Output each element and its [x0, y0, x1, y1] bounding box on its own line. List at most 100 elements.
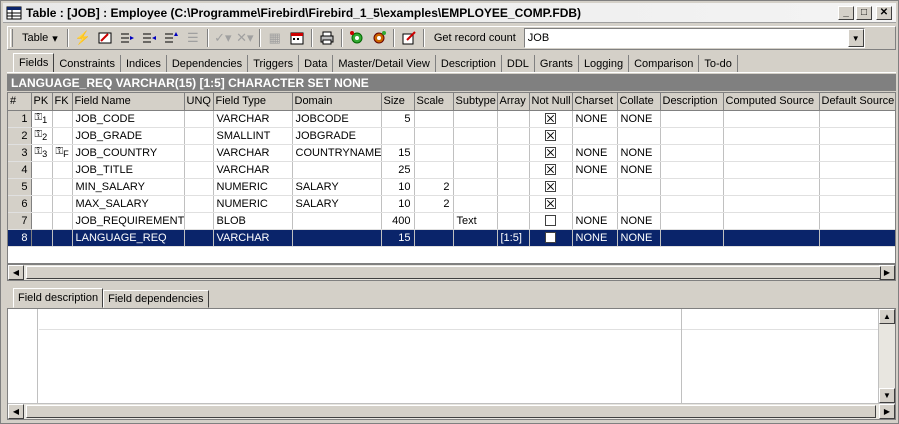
scale-cell[interactable] — [414, 110, 454, 128]
table-selector-combo[interactable]: JOB ▼ — [523, 28, 865, 48]
size-cell[interactable]: 400 — [381, 212, 415, 230]
unq-cell[interactable] — [184, 110, 214, 128]
editor-vertical-scrollbar[interactable]: ▲ ▼ — [878, 309, 895, 403]
type-cell[interactable]: NUMERIC — [213, 178, 293, 196]
fk-cell[interactable] — [52, 110, 73, 128]
tab-fields[interactable]: Fields — [13, 53, 55, 73]
domain-cell[interactable]: JOBGRADE — [292, 127, 382, 145]
not-null-checkbox[interactable] — [545, 181, 556, 193]
not-null-cell[interactable] — [529, 110, 573, 128]
not-null-cell[interactable] — [529, 144, 573, 162]
array-cell[interactable]: [1:5] — [497, 229, 530, 247]
computed-cell[interactable] — [723, 195, 820, 213]
subtype-cell[interactable]: Text — [453, 212, 498, 230]
scrollbar-thumb[interactable] — [26, 405, 876, 418]
scale-cell[interactable] — [414, 144, 454, 162]
tab-dependencies[interactable]: Dependencies — [167, 55, 249, 73]
size-cell[interactable]: 5 — [381, 110, 415, 128]
domain-cell[interactable]: JOBCODE — [292, 110, 382, 128]
unq-cell[interactable] — [184, 195, 214, 213]
unq-cell[interactable] — [184, 161, 214, 179]
chevron-down-icon[interactable]: ▼ — [847, 29, 864, 47]
desc-cell[interactable] — [660, 161, 724, 179]
fk-cell[interactable] — [52, 195, 73, 213]
row-number[interactable]: 1 — [8, 110, 32, 128]
scrollbar-thumb[interactable] — [26, 266, 881, 279]
charset-cell[interactable] — [572, 178, 618, 196]
subtype-cell[interactable] — [453, 110, 498, 128]
default-cell[interactable] — [819, 110, 895, 128]
array-cell[interactable] — [497, 127, 530, 145]
subtype-cell[interactable] — [453, 127, 498, 145]
tab-to-do[interactable]: To-do — [699, 55, 738, 73]
type-cell[interactable]: VARCHAR — [213, 144, 293, 162]
table-row[interactable]: 2 ⚿2 JOB_GRADE SMALLINT JOBGRADE — [8, 127, 895, 145]
default-cell[interactable] — [819, 144, 895, 162]
pk-cell[interactable]: ⚿3 — [31, 144, 53, 162]
column-header[interactable]: # — [8, 93, 32, 111]
scale-cell[interactable]: 2 — [414, 178, 454, 196]
desc-cell[interactable] — [660, 178, 724, 196]
unq-cell[interactable] — [184, 144, 214, 162]
table-row[interactable]: 3 ⚿3 ⚿F JOB_COUNTRY VARCHAR COUNTRYNAME 15 NONE… — [8, 144, 895, 162]
cross-icon[interactable]: ✕▾ — [234, 28, 256, 48]
edit-field-icon[interactable] — [94, 28, 116, 48]
default-cell[interactable] — [819, 195, 895, 213]
array-cell[interactable] — [497, 161, 530, 179]
fields-grid[interactable]: # PK FK Field Name UNQ Field Type Domain Size Sc… — [7, 92, 896, 264]
not-null-cell[interactable] — [529, 212, 573, 230]
computed-cell[interactable] — [723, 110, 820, 128]
column-header[interactable]: UNQ — [184, 93, 214, 111]
scroll-down-icon[interactable]: ▼ — [879, 388, 895, 403]
not-null-cell[interactable] — [529, 229, 573, 247]
row-number[interactable]: 5 — [8, 178, 32, 196]
array-cell[interactable] — [497, 195, 530, 213]
collate-cell[interactable]: NONE — [617, 110, 661, 128]
fk-cell[interactable] — [52, 229, 73, 247]
checkmark-icon[interactable]: ✓▾ — [212, 28, 234, 48]
scroll-right-icon[interactable]: ▶ — [879, 404, 895, 419]
domain-cell[interactable]: SALARY — [292, 178, 382, 196]
table-row[interactable]: 1 ⚿1 JOB_CODE VARCHAR JOBCODE 5 NONE NONE — [8, 110, 895, 128]
tab-logging[interactable]: Logging — [579, 55, 630, 73]
type-cell[interactable]: VARCHAR — [213, 161, 293, 179]
delete-field-icon[interactable]: ☰ — [182, 28, 204, 48]
name-cell[interactable]: JOB_TITLE — [72, 161, 185, 179]
type-cell[interactable]: VARCHAR — [213, 110, 293, 128]
column-header[interactable]: Array — [497, 93, 530, 111]
pk-cell[interactable] — [31, 161, 53, 179]
scale-cell[interactable] — [414, 127, 454, 145]
default-cell[interactable] — [819, 178, 895, 196]
unq-cell[interactable] — [184, 127, 214, 145]
collate-cell[interactable]: NONE — [617, 144, 661, 162]
column-header[interactable]: Field Name — [72, 93, 185, 111]
type-cell[interactable]: SMALLINT — [213, 127, 293, 145]
subtype-cell[interactable] — [453, 178, 498, 196]
column-header[interactable]: Charset — [572, 93, 618, 111]
charset-cell[interactable]: NONE — [572, 161, 618, 179]
default-cell[interactable] — [819, 212, 895, 230]
desc-cell[interactable] — [660, 127, 724, 145]
pk-cell[interactable]: ⚿2 — [31, 127, 53, 145]
type-cell[interactable]: NUMERIC — [213, 195, 293, 213]
column-header[interactable]: Computed Source — [723, 93, 820, 111]
not-null-checkbox[interactable] — [545, 147, 556, 159]
name-cell[interactable]: MAX_SALARY — [72, 195, 185, 213]
pk-cell[interactable] — [31, 212, 53, 230]
fk-cell[interactable] — [52, 161, 73, 179]
tab-description[interactable]: Description — [436, 55, 502, 73]
collate-cell[interactable]: NONE — [617, 212, 661, 230]
grid-icon[interactable]: ▦ — [264, 28, 286, 48]
not-null-cell[interactable] — [529, 127, 573, 145]
size-cell[interactable]: 15 — [381, 144, 415, 162]
row-number[interactable]: 8 — [8, 229, 32, 247]
charset-cell[interactable]: NONE — [572, 110, 618, 128]
collate-cell[interactable]: NONE — [617, 161, 661, 179]
unq-cell[interactable] — [184, 229, 214, 247]
row-number[interactable]: 7 — [8, 212, 32, 230]
charset-cell[interactable] — [572, 195, 618, 213]
computed-cell[interactable] — [723, 144, 820, 162]
table-row[interactable]: 8 LANGUAGE_REQ VARCHAR 15 [1:5] NONE NONE — [8, 229, 895, 247]
tab-grants[interactable]: Grants — [535, 55, 579, 73]
tab-constraints[interactable]: Constraints — [54, 55, 121, 73]
